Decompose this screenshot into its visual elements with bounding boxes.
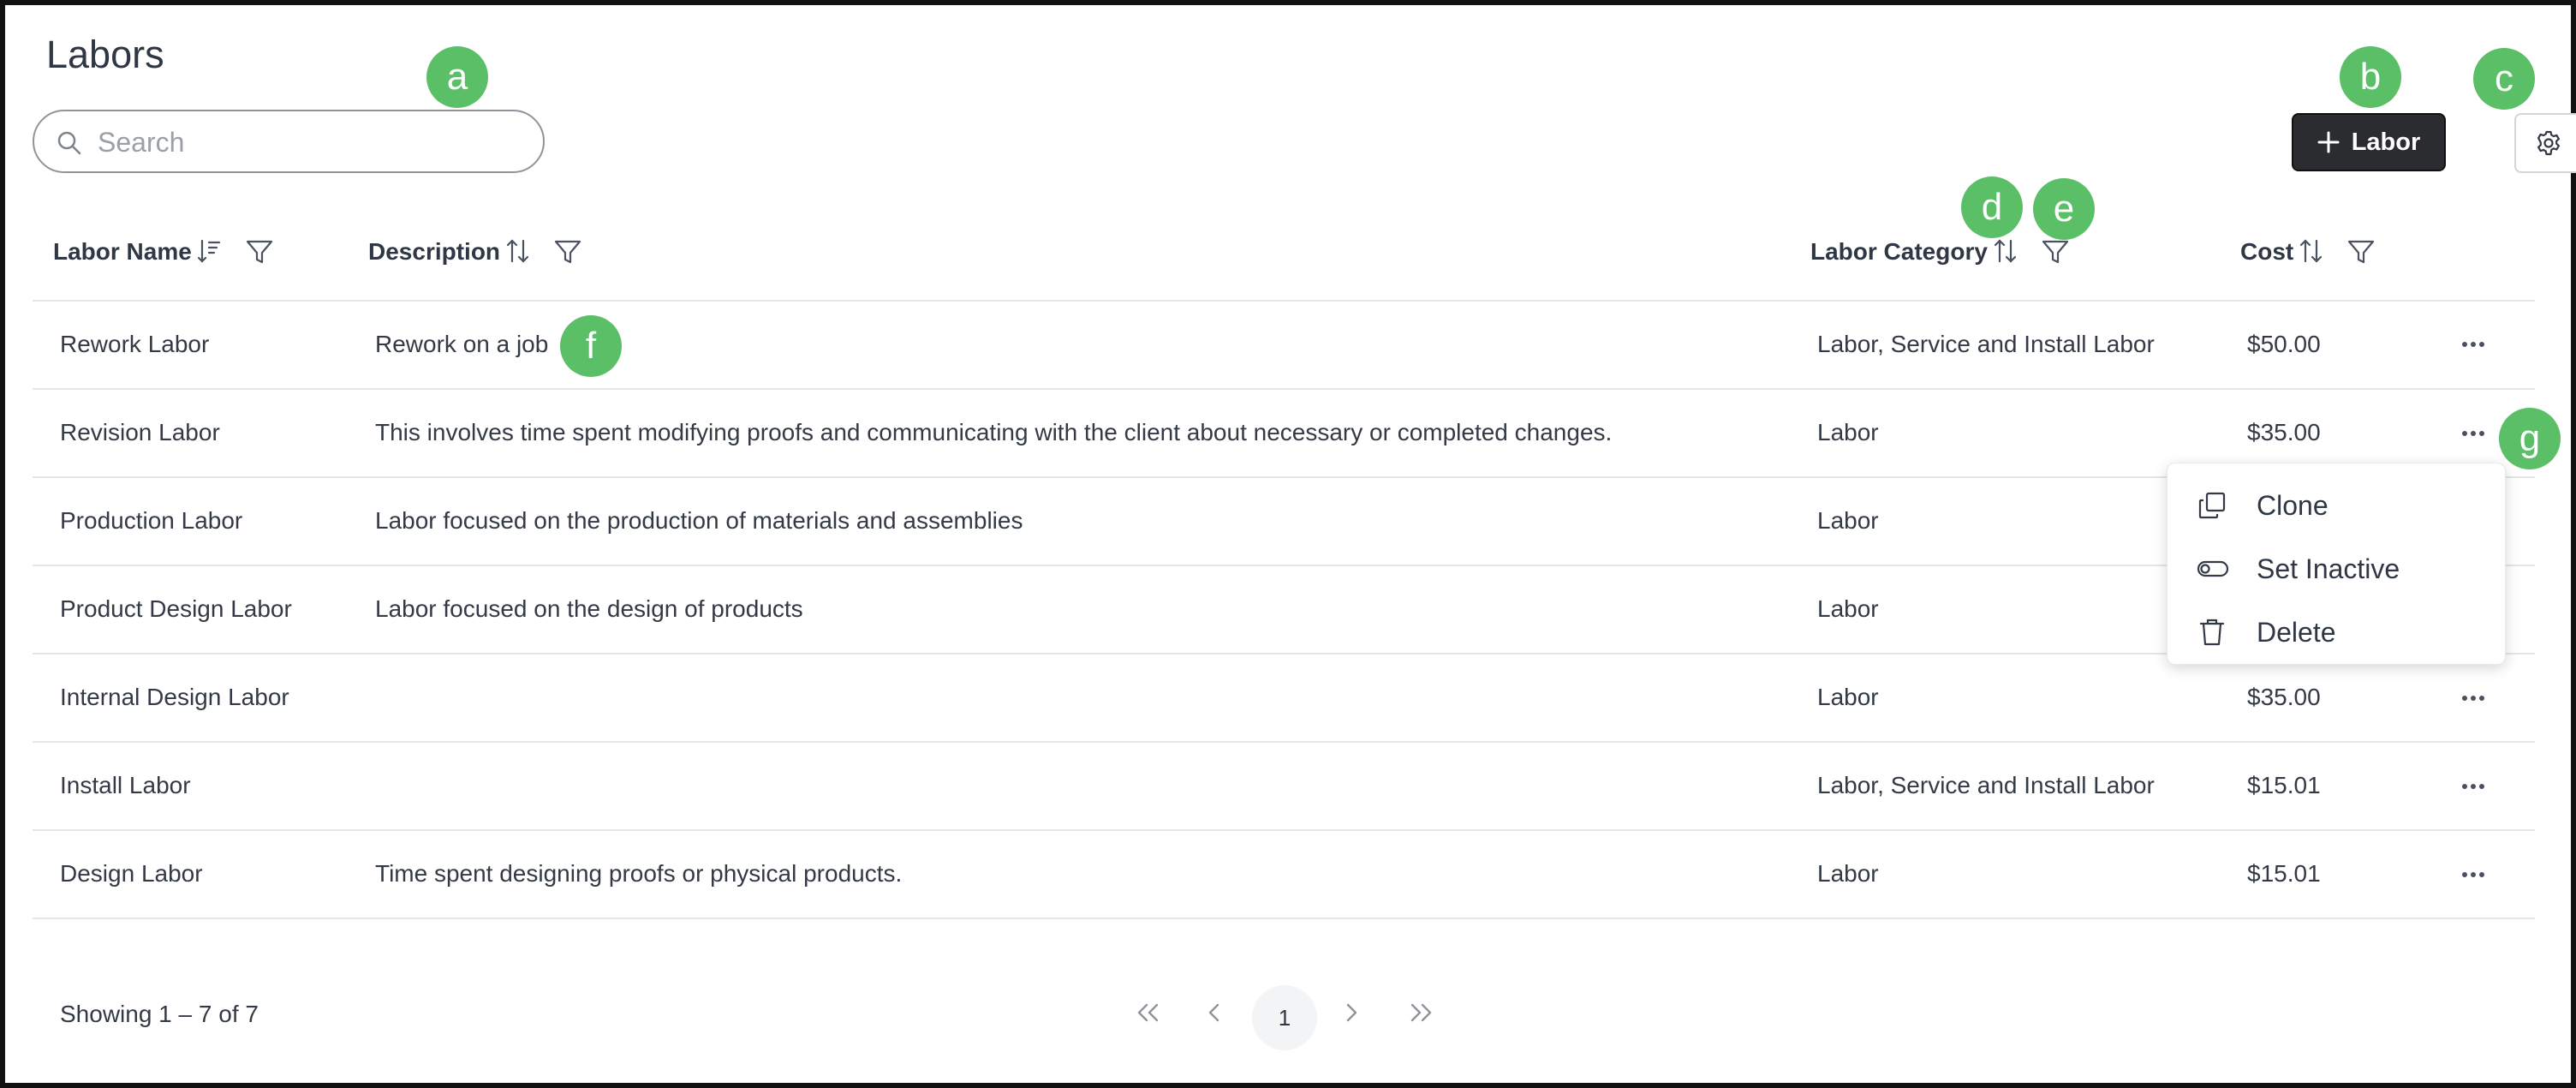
annotation-badge-g: g [2499, 408, 2561, 469]
annotation-badge-e: e [2033, 178, 2095, 240]
last-page-button[interactable] [1404, 997, 1439, 1028]
cell-labor-category: Labor [1817, 684, 1879, 710]
row-actions-button[interactable] [2456, 690, 2490, 707]
row-actions-button[interactable] [2456, 778, 2490, 795]
row-divider [33, 476, 2535, 478]
annotation-badge-d: d [1961, 176, 2023, 238]
annotation-badge-c: c [2473, 48, 2535, 110]
cell-cost: $15.01 [2247, 860, 2321, 887]
cell-labor-name: Internal Design Labor [60, 684, 289, 710]
row-actions-button[interactable] [2456, 336, 2490, 353]
column-header-label: Description [368, 238, 501, 265]
sort-descending-icon[interactable] [197, 237, 223, 266]
column-header-label: Cost [2240, 238, 2294, 265]
cell-labor-category: Labor [1817, 595, 1879, 622]
menu-item-label: Delete [2257, 616, 2336, 648]
cell-labor-name: Rework Labor [60, 331, 210, 357]
page-title: Labors [46, 33, 164, 76]
cell-description: Labor focused on the production of mater… [375, 507, 1023, 534]
trash-icon [2199, 619, 2225, 646]
column-header-label: Labor Name [53, 238, 192, 265]
menu-item-delete[interactable]: Delete [2168, 602, 2507, 662]
cell-cost: $50.00 [2247, 331, 2321, 357]
annotation-badge-a: a [426, 46, 488, 108]
filter-icon[interactable] [2346, 237, 2376, 266]
cell-description: This involves time spent modifying proof… [375, 419, 1613, 445]
cell-cost: $35.00 [2247, 419, 2321, 445]
annotation-badge-b: b [2340, 46, 2401, 108]
double-chevron-right-icon [1410, 1003, 1432, 1022]
row-divider [33, 565, 2535, 566]
column-header-description[interactable]: Description [368, 233, 582, 271]
page-number-current[interactable]: 1 [1252, 985, 1317, 1050]
cell-labor-category: Labor, Service and Install Labor [1817, 331, 2155, 357]
header-divider [33, 300, 2535, 302]
next-page-button[interactable] [1336, 997, 1367, 1028]
add-labor-button[interactable]: Labor [2292, 113, 2446, 171]
toggle-icon [2197, 560, 2229, 577]
sort-icon[interactable] [1993, 237, 2018, 266]
column-header-cost[interactable]: Cost [2240, 233, 2376, 271]
pagination-summary: Showing 1 – 7 of 7 [60, 1001, 259, 1027]
cell-cost: $35.00 [2247, 684, 2321, 710]
cell-labor-name: Install Labor [60, 772, 191, 798]
menu-item-label: Clone [2257, 489, 2329, 521]
previous-page-button[interactable] [1199, 997, 1230, 1028]
settings-button[interactable] [2514, 113, 2576, 173]
row-actions-menu: Clone Set Inactive Delete [2167, 463, 2506, 665]
menu-item-set-inactive[interactable]: Set Inactive [2168, 539, 2507, 599]
cell-labor-category: Labor, Service and Install Labor [1817, 772, 2155, 798]
clone-icon [2198, 492, 2226, 519]
add-labor-label: Labor [2351, 128, 2421, 156]
first-page-button[interactable] [1130, 997, 1165, 1028]
gear-icon [2537, 130, 2560, 156]
search-box[interactable] [33, 110, 545, 173]
column-header-labor-category[interactable]: Labor Category [1810, 233, 2070, 271]
row-divider [33, 653, 2535, 655]
filter-icon[interactable] [553, 237, 582, 266]
column-header-label: Labor Category [1810, 238, 1988, 265]
cell-labor-category: Labor [1817, 419, 1879, 445]
row-actions-button[interactable] [2456, 866, 2490, 883]
filter-icon[interactable] [245, 237, 274, 266]
cell-labor-name: Revision Labor [60, 419, 220, 445]
cell-cost: $15.01 [2247, 772, 2321, 798]
cell-labor-name: Product Design Labor [60, 595, 292, 622]
plus-icon [2317, 131, 2340, 153]
cell-labor-category: Labor [1817, 860, 1879, 887]
row-actions-button[interactable] [2456, 425, 2490, 442]
search-icon [57, 131, 81, 155]
cell-description: Rework on a job [375, 331, 549, 357]
filter-icon[interactable] [2041, 237, 2070, 266]
sort-icon[interactable] [505, 237, 531, 266]
sort-icon[interactable] [2299, 237, 2324, 266]
row-divider [33, 388, 2535, 390]
menu-item-clone[interactable]: Clone [2168, 475, 2507, 535]
double-chevron-left-icon [1137, 1003, 1159, 1022]
cell-labor-name: Production Labor [60, 507, 243, 534]
row-divider [33, 918, 2535, 919]
row-divider [33, 741, 2535, 743]
cell-description: Labor focused on the design of products [375, 595, 803, 622]
cell-labor-name: Design Labor [60, 860, 203, 887]
column-header-labor-name[interactable]: Labor Name [53, 233, 274, 271]
chevron-right-icon [1346, 1003, 1357, 1022]
cell-description: Time spent designing proofs or physical … [375, 860, 903, 887]
menu-item-label: Set Inactive [2257, 553, 2400, 584]
chevron-left-icon [1208, 1003, 1219, 1022]
search-input[interactable] [96, 122, 528, 163]
cell-labor-category: Labor [1817, 507, 1879, 534]
annotation-badge-f: f [560, 315, 622, 377]
row-divider [33, 829, 2535, 831]
